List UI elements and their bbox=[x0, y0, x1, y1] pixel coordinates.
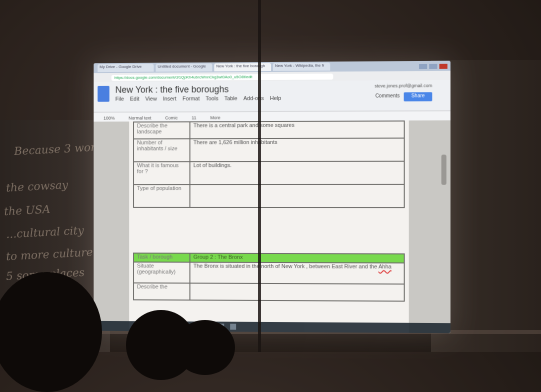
table-row: Situate (geographically) The Bronx is si… bbox=[133, 262, 405, 285]
table-cell-label[interactable]: Describe the bbox=[133, 282, 190, 301]
window-controls bbox=[419, 63, 450, 69]
table-cell-label[interactable]: Type of population bbox=[133, 184, 190, 208]
zoom-select[interactable]: 100% bbox=[104, 115, 115, 120]
docs-header: New York : the five boroughs File Edit V… bbox=[93, 79, 451, 112]
browser-tab[interactable]: My Drive - Google Drive bbox=[97, 63, 154, 73]
browser-tab[interactable]: New York - Wikipedia, the fr bbox=[272, 62, 331, 71]
menu-format[interactable]: Format bbox=[182, 96, 199, 102]
menu-tools[interactable]: Tools bbox=[206, 96, 219, 102]
browser-tab-active[interactable]: New York : the five borough bbox=[214, 62, 271, 72]
whiteboard-writing: the cowsay bbox=[5, 178, 69, 195]
menu-bar: File Edit View Insert Format Tools Table… bbox=[115, 96, 281, 103]
font-select[interactable]: Comic bbox=[165, 115, 178, 120]
borough-table-1: Describe the landscape There is a centra… bbox=[133, 120, 405, 208]
document-canvas: Describe the landscape There is a centra… bbox=[93, 120, 451, 334]
font-size-select[interactable]: 11 bbox=[192, 115, 197, 120]
taskbar-app-icon[interactable] bbox=[230, 323, 237, 330]
menu-edit[interactable]: Edit bbox=[130, 97, 139, 103]
document-title[interactable]: New York : the five boroughs bbox=[115, 84, 228, 95]
table-cell-label[interactable]: Describe the landscape bbox=[133, 121, 190, 139]
minimize-icon[interactable] bbox=[419, 63, 428, 69]
borough-table-2: Task / borough Group 2 : The Bronx Situa… bbox=[133, 253, 405, 302]
projected-screen: My Drive - Google Drive Untitled documen… bbox=[93, 60, 451, 334]
student-silhouette bbox=[175, 320, 235, 375]
document-page[interactable]: Describe the landscape There is a centra… bbox=[129, 120, 409, 333]
table-cell-value[interactable] bbox=[189, 283, 405, 302]
share-button[interactable]: Share bbox=[403, 92, 433, 102]
table-cell-value[interactable]: Lot of buildings. bbox=[189, 161, 405, 185]
table-cell-label[interactable]: Number of inhabitants / size bbox=[133, 138, 190, 162]
spellcheck-flagged-word[interactable]: Ahha bbox=[378, 264, 391, 270]
menu-file[interactable]: File bbox=[115, 97, 124, 103]
table-cell-value[interactable]: The Bronx is situated in the north of Ne… bbox=[189, 262, 405, 285]
style-select[interactable]: Normal text bbox=[129, 115, 152, 120]
table-cell-value[interactable] bbox=[189, 184, 405, 208]
whiteboard-writing: ...cultural city bbox=[5, 223, 85, 242]
table-row: Number of inhabitants / size There are 1… bbox=[133, 138, 405, 162]
maximize-icon[interactable] bbox=[429, 63, 438, 69]
comments-button[interactable]: Comments bbox=[375, 93, 399, 99]
table-row: Describe the bbox=[133, 282, 405, 302]
browser-tab[interactable]: Untitled document - Google bbox=[155, 63, 213, 72]
menu-table[interactable]: Table bbox=[224, 96, 237, 102]
menu-view[interactable]: View bbox=[145, 97, 157, 103]
student-silhouette bbox=[0, 272, 102, 392]
menu-insert[interactable]: Insert bbox=[163, 96, 177, 102]
docs-logo-icon[interactable] bbox=[97, 85, 110, 102]
projector-pole bbox=[258, 0, 261, 352]
table-cell-label[interactable]: What it is famous for ? bbox=[133, 161, 190, 185]
vertical-scrollbar[interactable] bbox=[441, 154, 447, 185]
address-bar[interactable]: https://docs.google.com/document/d/1QpKh… bbox=[111, 73, 334, 81]
table-row: Type of population bbox=[133, 184, 405, 208]
close-icon[interactable] bbox=[439, 63, 448, 69]
whiteboard-writing: to more culture bbox=[5, 245, 94, 264]
cell-text: The Bronx is situated in the north of Ne… bbox=[193, 263, 379, 271]
table-header-label[interactable]: Task / borough bbox=[133, 253, 190, 263]
table-row: What it is famous for ? Lot of buildings… bbox=[133, 161, 405, 185]
table-cell-value[interactable]: There is a central park and some squares bbox=[189, 120, 405, 139]
menu-help[interactable]: Help bbox=[270, 96, 281, 102]
user-email[interactable]: steve.jones.prof@gmail.com bbox=[375, 83, 433, 88]
table-cell-label[interactable]: Situate (geographically) bbox=[133, 262, 190, 284]
more-button[interactable]: More bbox=[210, 115, 220, 120]
whiteboard-writing: the USA bbox=[3, 202, 51, 219]
table-cell-value[interactable]: There are 1,626 million inhabitants bbox=[189, 138, 405, 162]
table-row: Describe the landscape There is a centra… bbox=[133, 120, 405, 139]
